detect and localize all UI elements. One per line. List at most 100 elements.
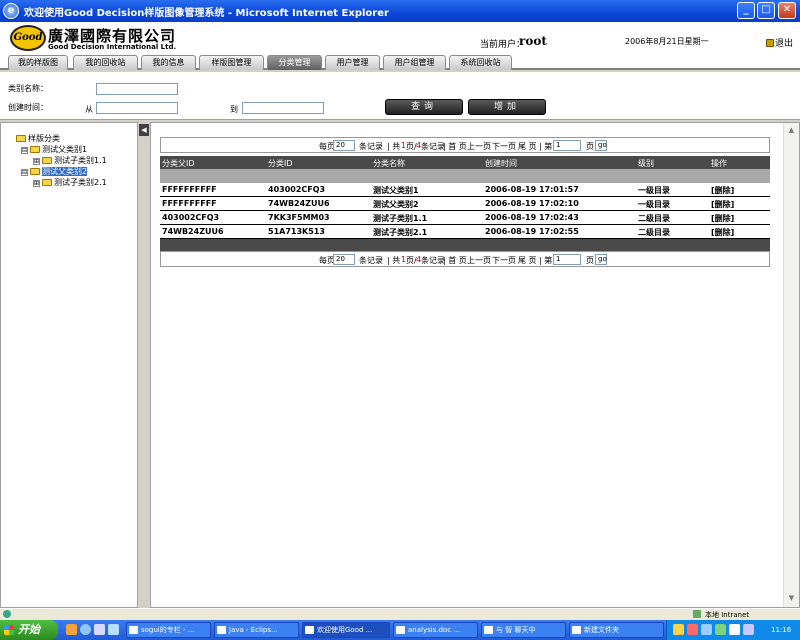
task-label: 新建文件夹 — [584, 626, 619, 634]
tab-user-admin[interactable]: 用户管理 — [325, 55, 380, 70]
security-zone: 本地 Intranet — [705, 611, 750, 619]
tree-node-label: 测试子类别1.1 — [54, 156, 107, 165]
table-footer — [160, 239, 770, 251]
collapse-icon[interactable]: ⊟ — [21, 147, 28, 154]
cell-level: 一级目录 — [638, 200, 670, 209]
add-button[interactable]: 增加 — [468, 99, 546, 115]
delete-link[interactable]: [删除] — [711, 213, 734, 224]
delete-link[interactable]: [删除] — [711, 185, 734, 196]
tab-category-admin[interactable]: 分类管理 — [267, 55, 322, 70]
tab-my-patterns[interactable]: 我的样版图 — [8, 55, 68, 70]
task-word[interactable]: analysis.doc ... — [393, 622, 478, 638]
tray-icon[interactable] — [715, 624, 726, 635]
go-button[interactable]: go — [595, 254, 607, 265]
per-page-input[interactable]: 20 — [333, 140, 355, 151]
cell-category-id: 74WB24ZUU6 — [268, 199, 330, 208]
next-page-link[interactable]: 下一页 — [492, 141, 516, 152]
tree-node[interactable]: ⊞ 测试子类别2.1 — [33, 177, 107, 188]
minimize-button[interactable]: _ — [737, 2, 755, 19]
tab-pattern-admin[interactable]: 样版图管理 — [199, 55, 264, 70]
task-eclipse[interactable]: Java - Eclips... — [214, 622, 299, 638]
records-suffix: 条记录 — [421, 256, 445, 265]
task-ie-current[interactable]: 欢迎使用Good ... — [302, 622, 390, 638]
records-suffix: 条记录 — [421, 142, 445, 151]
maximize-button[interactable]: □ — [757, 2, 775, 19]
window-titlebar[interactable]: e 欢迎使用Good Decision样版图像管理系统 - Microsoft … — [0, 0, 800, 22]
close-button[interactable]: ✕ — [778, 2, 796, 19]
tab-system-recycle[interactable]: 系统回收站 — [449, 55, 512, 70]
goto-page-input[interactable]: 1 — [553, 140, 581, 151]
delete-link[interactable]: [删除] — [711, 227, 734, 238]
tree-node-selected[interactable]: ⊟ 测试父类别2 — [21, 166, 88, 177]
col-parent-id[interactable]: 分类父ID — [162, 158, 195, 169]
table-header-band — [160, 169, 770, 183]
tray-icon[interactable] — [729, 624, 740, 635]
ie-icon: e — [3, 3, 19, 19]
prev-page-link[interactable]: 上一页 — [467, 255, 491, 266]
category-list-panel: 每页 20 条记录 | 共 1 页/ 4 条记录 | 首 页 上一页 下一页 尾… — [150, 122, 800, 608]
prev-page-link[interactable]: 上一页 — [467, 141, 491, 152]
window-icon — [305, 626, 314, 634]
system-tray: 11:16 — [666, 620, 800, 640]
expand-icon[interactable]: ⊞ — [33, 180, 40, 187]
start-button[interactable]: 开始 — [0, 620, 58, 640]
tray-icon[interactable] — [687, 624, 698, 635]
next-page-link[interactable]: 下一页 — [492, 255, 516, 266]
date-to-input[interactable] — [242, 102, 324, 114]
cell-parent-id: FFFFFFFFFF — [162, 199, 217, 208]
last-page-link[interactable]: 尾 页 — [518, 141, 537, 152]
table-row: 74WB24ZUU6 51A713K513 测试子类别2.1 2006-08-1… — [160, 225, 770, 239]
scroll-down-icon[interactable]: ▼ — [786, 593, 797, 604]
taskbar: 开始 sogui的专栏 - ... Java - Eclips... 欢迎使用G… — [0, 620, 800, 640]
tree-node[interactable]: ⊞ 测试子类别1.1 — [33, 155, 107, 166]
folder-icon — [572, 626, 581, 634]
folder-icon — [42, 157, 52, 164]
collapse-icon[interactable]: ⊟ — [21, 169, 28, 176]
goto-page-input[interactable]: 1 — [553, 254, 581, 265]
cell-created-time: 2006-08-19 17:02:10 — [485, 199, 579, 208]
tray-icon[interactable] — [673, 624, 684, 635]
task-blog[interactable]: sogui的专栏 - ... — [126, 622, 211, 638]
col-actions[interactable]: 操作 — [711, 158, 727, 169]
search-filter-panel: 类别名称： 创建时间： 从 到 查询 增加 — [0, 72, 800, 120]
tray-icon[interactable] — [701, 624, 712, 635]
tab-my-recycle[interactable]: 我的回收站 — [73, 55, 138, 70]
category-name-input[interactable] — [96, 83, 178, 95]
window-icon — [484, 626, 493, 634]
first-page-link[interactable]: | 首 页 — [443, 255, 467, 266]
delete-link[interactable]: [删除] — [711, 199, 734, 210]
search-button[interactable]: 查询 — [385, 99, 463, 115]
task-chat[interactable]: 与 智 聊天中 — [481, 622, 566, 638]
col-level[interactable]: 级别 — [638, 158, 654, 169]
quicklaunch-media-icon[interactable] — [94, 624, 105, 635]
per-page-input[interactable]: 20 — [333, 254, 355, 265]
col-category-name[interactable]: 分类名称 — [373, 158, 405, 169]
tab-my-info[interactable]: 我的信息 — [141, 55, 196, 70]
go-button[interactable]: go — [595, 140, 607, 151]
collapse-panel-icon[interactable]: ◀ — [139, 124, 149, 136]
tree-node[interactable]: ⊟ 测试父类别1 — [21, 144, 87, 155]
col-created-time[interactable]: 创建时间 — [485, 158, 517, 169]
quicklaunch-messenger-icon[interactable] — [66, 624, 77, 635]
cell-category-name: 测试父类别1 — [373, 186, 419, 195]
task-folder[interactable]: 新建文件夹 — [569, 622, 664, 638]
cell-level: 二级目录 — [638, 228, 670, 237]
logout-link[interactable]: 退出 — [766, 36, 793, 49]
last-page-link[interactable]: 尾 页 — [518, 255, 537, 266]
first-page-link[interactable]: | 首 页 — [443, 141, 467, 152]
window-icon — [129, 626, 138, 634]
quicklaunch-desktop-icon[interactable] — [108, 624, 119, 635]
table-row: FFFFFFFFFF 74WB24ZUU6 测试父类别2 2006-08-19 … — [160, 197, 770, 211]
scroll-up-icon[interactable]: ▲ — [786, 125, 797, 136]
tab-group-admin[interactable]: 用户组管理 — [383, 55, 446, 70]
quicklaunch-ie-icon[interactable] — [80, 624, 91, 635]
company-name-en: Good Decision International Ltd. — [48, 43, 177, 51]
date-from-input[interactable] — [96, 102, 178, 114]
tree-root[interactable]: 样版分类 — [16, 133, 60, 144]
col-category-id[interactable]: 分类ID — [268, 158, 293, 169]
expand-icon[interactable]: ⊞ — [33, 158, 40, 165]
cell-parent-id: 403002CFQ3 — [162, 213, 220, 222]
clock: 11:16 — [771, 626, 792, 634]
vertical-scrollbar[interactable]: ▲ ▼ — [783, 123, 799, 607]
volume-icon[interactable] — [743, 624, 754, 635]
